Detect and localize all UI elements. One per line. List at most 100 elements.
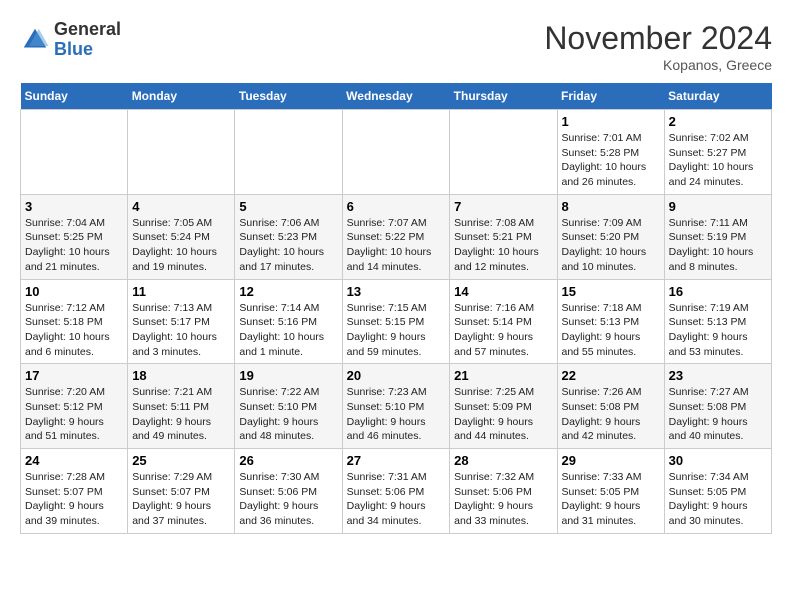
day-info: Sunrise: 7:25 AM Sunset: 5:09 PM Dayligh… bbox=[454, 385, 552, 444]
calendar-week-row: 10Sunrise: 7:12 AM Sunset: 5:18 PM Dayli… bbox=[21, 279, 772, 364]
day-number: 15 bbox=[562, 284, 660, 299]
day-info: Sunrise: 7:08 AM Sunset: 5:21 PM Dayligh… bbox=[454, 216, 552, 275]
day-info: Sunrise: 7:26 AM Sunset: 5:08 PM Dayligh… bbox=[562, 385, 660, 444]
weekday-header: Thursday bbox=[450, 83, 557, 110]
calendar-cell: 17 Sunrise: 7:20 AM Sunset: 5:12 PM Dayli… bbox=[21, 364, 128, 449]
header: General Blue November 2024 Kopanos, Gree… bbox=[20, 20, 772, 73]
calendar-cell: 7 Sunrise: 7:08 AM Sunset: 5:21 PM Daylig… bbox=[450, 194, 557, 279]
calendar-cell: 5 Sunrise: 7:06 AM Sunset: 5:23 PM Daylig… bbox=[235, 194, 342, 279]
weekday-header: Monday bbox=[128, 83, 235, 110]
calendar-table: SundayMondayTuesdayWednesdayThursdayFrid… bbox=[20, 83, 772, 534]
calendar-cell bbox=[235, 110, 342, 195]
day-info: Sunrise: 7:05 AM Sunset: 5:24 PM Dayligh… bbox=[132, 216, 230, 275]
day-info: Sunrise: 7:30 AM Sunset: 5:06 PM Dayligh… bbox=[239, 470, 337, 529]
day-number: 12 bbox=[239, 284, 337, 299]
calendar-cell bbox=[21, 110, 128, 195]
day-info: Sunrise: 7:32 AM Sunset: 5:06 PM Dayligh… bbox=[454, 470, 552, 529]
calendar-cell: 16 Sunrise: 7:19 AM Sunset: 5:13 PM Dayli… bbox=[664, 279, 771, 364]
calendar-cell: 28 Sunrise: 7:32 AM Sunset: 5:06 PM Dayli… bbox=[450, 449, 557, 534]
day-info: Sunrise: 7:20 AM Sunset: 5:12 PM Dayligh… bbox=[25, 385, 123, 444]
day-info: Sunrise: 7:16 AM Sunset: 5:14 PM Dayligh… bbox=[454, 301, 552, 360]
calendar-cell: 10Sunrise: 7:12 AM Sunset: 5:18 PM Dayli… bbox=[21, 279, 128, 364]
day-number: 25 bbox=[132, 453, 230, 468]
day-info: Sunrise: 7:33 AM Sunset: 5:05 PM Dayligh… bbox=[562, 470, 660, 529]
logo-general: General bbox=[54, 19, 121, 39]
day-info: Sunrise: 7:04 AM Sunset: 5:25 PM Dayligh… bbox=[25, 216, 123, 275]
day-info: Sunrise: 7:21 AM Sunset: 5:11 PM Dayligh… bbox=[132, 385, 230, 444]
logo-text: General Blue bbox=[54, 20, 121, 60]
month-title: November 2024 bbox=[544, 20, 772, 57]
day-info: Sunrise: 7:18 AM Sunset: 5:13 PM Dayligh… bbox=[562, 301, 660, 360]
day-info: Sunrise: 7:34 AM Sunset: 5:05 PM Dayligh… bbox=[669, 470, 767, 529]
calendar-cell: 3 Sunrise: 7:04 AM Sunset: 5:25 PM Daylig… bbox=[21, 194, 128, 279]
day-number: 2 bbox=[669, 114, 767, 129]
weekday-header: Sunday bbox=[21, 83, 128, 110]
calendar-cell: 20 Sunrise: 7:23 AM Sunset: 5:10 PM Dayli… bbox=[342, 364, 450, 449]
day-number: 20 bbox=[347, 368, 446, 383]
day-info: Sunrise: 7:07 AM Sunset: 5:22 PM Dayligh… bbox=[347, 216, 446, 275]
day-number: 16 bbox=[669, 284, 767, 299]
logo-blue: Blue bbox=[54, 39, 93, 59]
day-info: Sunrise: 7:11 AM Sunset: 5:19 PM Dayligh… bbox=[669, 216, 767, 275]
day-number: 22 bbox=[562, 368, 660, 383]
day-info: Sunrise: 7:09 AM Sunset: 5:20 PM Dayligh… bbox=[562, 216, 660, 275]
weekday-header: Tuesday bbox=[235, 83, 342, 110]
weekday-header-row: SundayMondayTuesdayWednesdayThursdayFrid… bbox=[21, 83, 772, 110]
day-number: 5 bbox=[239, 199, 337, 214]
day-number: 23 bbox=[669, 368, 767, 383]
day-info: Sunrise: 7:19 AM Sunset: 5:13 PM Dayligh… bbox=[669, 301, 767, 360]
calendar-cell: 2 Sunrise: 7:02 AM Sunset: 5:27 PM Daylig… bbox=[664, 110, 771, 195]
day-info: Sunrise: 7:01 AM Sunset: 5:28 PM Dayligh… bbox=[562, 131, 660, 190]
day-number: 27 bbox=[347, 453, 446, 468]
calendar-cell: 18 Sunrise: 7:21 AM Sunset: 5:11 PM Dayli… bbox=[128, 364, 235, 449]
calendar-cell: 30 Sunrise: 7:34 AM Sunset: 5:05 PM Dayli… bbox=[664, 449, 771, 534]
calendar-cell: 4 Sunrise: 7:05 AM Sunset: 5:24 PM Daylig… bbox=[128, 194, 235, 279]
calendar-week-row: 3 Sunrise: 7:04 AM Sunset: 5:25 PM Daylig… bbox=[21, 194, 772, 279]
calendar-cell: 24Sunrise: 7:28 AM Sunset: 5:07 PM Dayli… bbox=[21, 449, 128, 534]
day-info: Sunrise: 7:13 AM Sunset: 5:17 PM Dayligh… bbox=[132, 301, 230, 360]
calendar-week-row: 24Sunrise: 7:28 AM Sunset: 5:07 PM Dayli… bbox=[21, 449, 772, 534]
calendar-cell: 22 Sunrise: 7:26 AM Sunset: 5:08 PM Dayli… bbox=[557, 364, 664, 449]
day-info: Sunrise: 7:15 AM Sunset: 5:15 PM Dayligh… bbox=[347, 301, 446, 360]
calendar-cell: 11 Sunrise: 7:13 AM Sunset: 5:17 PM Dayli… bbox=[128, 279, 235, 364]
day-info: Sunrise: 7:02 AM Sunset: 5:27 PM Dayligh… bbox=[669, 131, 767, 190]
day-number: 26 bbox=[239, 453, 337, 468]
day-info: Sunrise: 7:22 AM Sunset: 5:10 PM Dayligh… bbox=[239, 385, 337, 444]
day-number: 30 bbox=[669, 453, 767, 468]
day-number: 4 bbox=[132, 199, 230, 214]
day-number: 18 bbox=[132, 368, 230, 383]
calendar-cell: 14 Sunrise: 7:16 AM Sunset: 5:14 PM Dayli… bbox=[450, 279, 557, 364]
day-number: 13 bbox=[347, 284, 446, 299]
calendar-week-row: 1Sunrise: 7:01 AM Sunset: 5:28 PM Daylig… bbox=[21, 110, 772, 195]
weekday-header: Saturday bbox=[664, 83, 771, 110]
day-info: Sunrise: 7:14 AM Sunset: 5:16 PM Dayligh… bbox=[239, 301, 337, 360]
calendar-cell: 26 Sunrise: 7:30 AM Sunset: 5:06 PM Dayli… bbox=[235, 449, 342, 534]
title-area: November 2024 Kopanos, Greece bbox=[544, 20, 772, 73]
weekday-header: Friday bbox=[557, 83, 664, 110]
weekday-header: Wednesday bbox=[342, 83, 450, 110]
day-number: 24 bbox=[25, 453, 123, 468]
calendar-cell: 21Sunrise: 7:25 AM Sunset: 5:09 PM Dayli… bbox=[450, 364, 557, 449]
calendar-cell: 13 Sunrise: 7:15 AM Sunset: 5:15 PM Dayli… bbox=[342, 279, 450, 364]
calendar-cell: 19 Sunrise: 7:22 AM Sunset: 5:10 PM Dayli… bbox=[235, 364, 342, 449]
day-number: 3 bbox=[25, 199, 123, 214]
day-number: 7 bbox=[454, 199, 552, 214]
calendar-cell: 15 Sunrise: 7:18 AM Sunset: 5:13 PM Dayli… bbox=[557, 279, 664, 364]
calendar-cell bbox=[450, 110, 557, 195]
calendar-cell: 8 Sunrise: 7:09 AM Sunset: 5:20 PM Daylig… bbox=[557, 194, 664, 279]
day-number: 11 bbox=[132, 284, 230, 299]
day-number: 19 bbox=[239, 368, 337, 383]
day-number: 28 bbox=[454, 453, 552, 468]
day-info: Sunrise: 7:06 AM Sunset: 5:23 PM Dayligh… bbox=[239, 216, 337, 275]
day-number: 14 bbox=[454, 284, 552, 299]
location: Kopanos, Greece bbox=[544, 57, 772, 73]
calendar-cell: 25Sunrise: 7:29 AM Sunset: 5:07 PM Dayli… bbox=[128, 449, 235, 534]
calendar-cell: 23Sunrise: 7:27 AM Sunset: 5:08 PM Dayli… bbox=[664, 364, 771, 449]
day-number: 10 bbox=[25, 284, 123, 299]
day-number: 6 bbox=[347, 199, 446, 214]
day-number: 8 bbox=[562, 199, 660, 214]
logo: General Blue bbox=[20, 20, 121, 60]
day-number: 17 bbox=[25, 368, 123, 383]
day-info: Sunrise: 7:23 AM Sunset: 5:10 PM Dayligh… bbox=[347, 385, 446, 444]
day-info: Sunrise: 7:31 AM Sunset: 5:06 PM Dayligh… bbox=[347, 470, 446, 529]
